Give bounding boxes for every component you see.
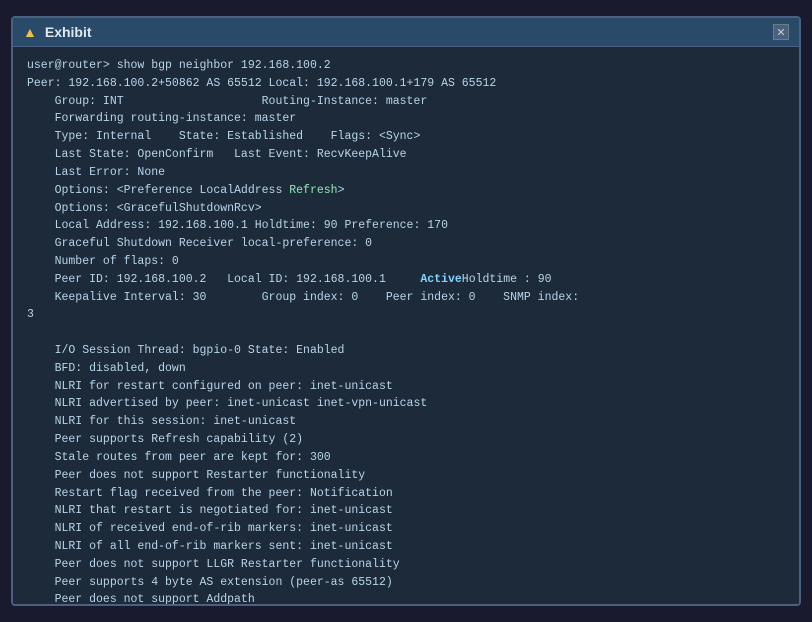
window-title: Exhibit (45, 24, 92, 40)
title-bar-left: ▲ Exhibit (23, 24, 92, 40)
close-button[interactable]: ✕ (773, 24, 789, 40)
window-icon: ▲ (23, 24, 37, 40)
terminal-content: user@router> show bgp neighbor 192.168.1… (13, 47, 799, 604)
terminal-output: user@router> show bgp neighbor 192.168.1… (27, 57, 785, 604)
title-bar: ▲ Exhibit ✕ (13, 18, 799, 47)
exhibit-window: ▲ Exhibit ✕ user@router> show bgp neighb… (11, 16, 801, 606)
